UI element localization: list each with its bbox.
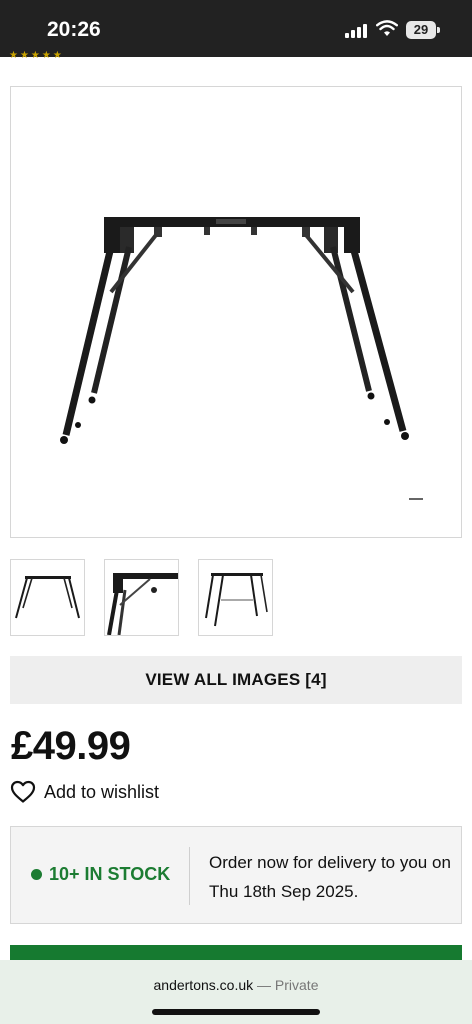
product-thumbnail-1[interactable] [10,559,85,636]
in-stock-dot-icon [31,869,42,880]
product-price: £49.99 [11,724,131,768]
private-mode-label: Private [274,977,319,993]
product-thumbnail-3[interactable] [198,559,273,636]
signal-icon [345,24,369,38]
url-display[interactable]: andertons.co.uk — Private [0,977,472,993]
rating-stars-partial: ★★★★★ [9,50,64,58]
wifi-icon [376,20,398,36]
keyboard-stand-image [60,217,423,500]
status-bar: 20:26 29 [0,0,472,57]
stock-delivery-panel: 10+ IN STOCK Order now for delivery to y… [10,826,462,924]
url-domain: andertons.co.uk [153,977,254,993]
browser-address-bar[interactable]: andertons.co.uk — Private [0,960,472,1024]
delivery-estimate: Order now for delivery to you on Thu 18t… [209,853,451,901]
add-to-wishlist-link[interactable]: Add to wishlist [10,778,159,806]
heart-icon [10,780,36,803]
divider [189,847,190,905]
url-separator: — [253,977,275,993]
product-thumbnail-2[interactable] [104,559,179,636]
status-time: 20:26 [47,18,101,41]
battery-icon: 29 [406,21,440,39]
wishlist-label: Add to wishlist [44,781,160,802]
stock-label: 10+ IN STOCK [49,864,171,884]
battery-level: 29 [406,21,436,39]
home-indicator[interactable] [152,1009,320,1015]
stock-status: 10+ IN STOCK [31,864,170,885]
view-all-images-button[interactable]: VIEW ALL IMAGES [4] [10,656,462,704]
product-main-image[interactable] [10,86,462,538]
